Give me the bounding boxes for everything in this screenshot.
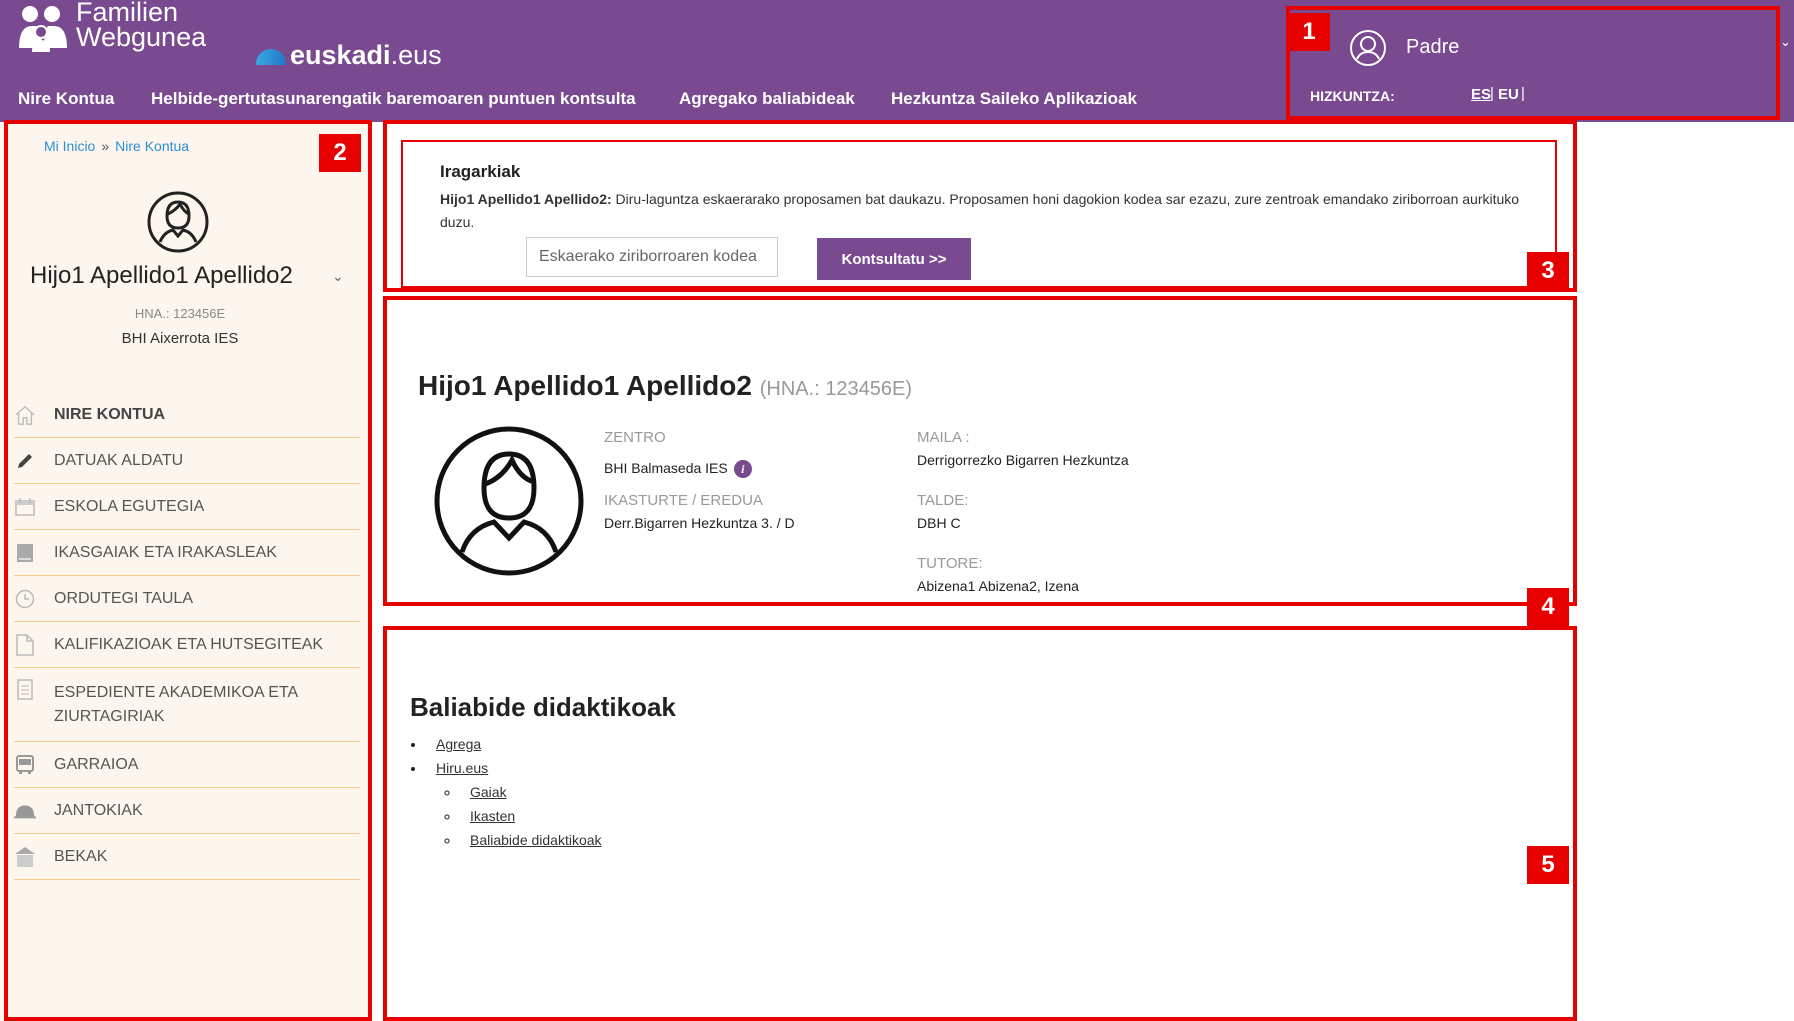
breadcrumb-separator: » bbox=[101, 138, 110, 154]
student-name-selector[interactable]: Hijo1 Apellido1 Apellido2 bbox=[30, 262, 293, 290]
list-item: Hiru.eus Gaiak Ikasten Baliabide didakti… bbox=[426, 756, 602, 852]
tutor-label: TUTORE: bbox=[917, 555, 983, 572]
list-item: Ikasten bbox=[460, 804, 602, 828]
list-item: Baliabide didaktikoak bbox=[460, 828, 602, 852]
proposal-code-input[interactable] bbox=[526, 237, 778, 277]
clipboard-icon bbox=[14, 678, 36, 700]
book-icon bbox=[14, 542, 36, 564]
logo-line-2: Webgunea bbox=[76, 22, 207, 52]
sidebar-item-ordutegi-taula[interactable]: ORDUTEGI TAULA bbox=[14, 576, 360, 622]
annotation-number-5: 5 bbox=[1527, 846, 1569, 884]
breadcrumb-home-link[interactable]: Mi Inicio bbox=[44, 138, 95, 154]
centre-label: ZENTRO bbox=[604, 429, 666, 446]
notices-title: Iragarkiak bbox=[440, 162, 521, 181]
top-header: Familien Webgunea euskadi.eus Nire Kontu… bbox=[0, 0, 1794, 122]
sidebar-item-label: GARRAIOA bbox=[54, 755, 139, 773]
annotation-number-1: 1 bbox=[1288, 13, 1330, 51]
group-value: DBH C bbox=[917, 515, 961, 531]
family-logo-icon bbox=[19, 6, 67, 52]
breadcrumb: Mi Inicio » Nire Kontua bbox=[44, 138, 189, 154]
student-title-hna: (HNA.: 123456E) bbox=[759, 378, 913, 400]
sidebar-item-label: KALIFIKAZIOAK ETA HUTSEGITEAK bbox=[54, 635, 324, 653]
sidebar-item-kalifikazioak[interactable]: KALIFIKAZIOAK ETA HUTSEGITEAK bbox=[14, 622, 360, 668]
sidebar-item-eskola-egutegia[interactable]: ESKOLA EGUTEGIA bbox=[14, 484, 360, 530]
sidebar-item-label: ESPEDIENTE AKADEMIKOA ETA ZIURTAGIRIAK bbox=[54, 683, 298, 725]
resources-list: Agrega Hiru.eus Gaiak Ikasten Baliabide … bbox=[410, 732, 602, 852]
student-hna: HNA.: 123456E bbox=[134, 306, 226, 321]
annotation-number-2: 2 bbox=[319, 134, 361, 172]
language-label: HIZKUNTZA: bbox=[1310, 88, 1395, 104]
user-name: Padre bbox=[1406, 36, 1460, 58]
annotation-number-4: 4 bbox=[1527, 588, 1569, 626]
language-separator-end: | bbox=[1521, 85, 1525, 102]
consult-button[interactable]: Kontsultatu >> bbox=[817, 238, 971, 280]
resource-link-baliabide[interactable]: Baliabide didaktikoak bbox=[470, 832, 602, 848]
sidebar-item-label: NIRE KONTUA bbox=[54, 405, 166, 423]
level-value: Derrigorrezko Bigarren Hezkuntza bbox=[917, 452, 1129, 468]
resources-sublist: Gaiak Ikasten Baliabide didaktikoak bbox=[436, 780, 602, 852]
year-value: Derr.Bigarren Hezkuntza 3. / D bbox=[604, 515, 795, 531]
sidebar-item-label: ORDUTEGI TAULA bbox=[54, 589, 193, 607]
cloche-icon bbox=[14, 800, 36, 822]
language-es-link[interactable]: ES bbox=[1471, 86, 1491, 103]
centre-value-text: BHI Balmaseda IES bbox=[604, 460, 728, 476]
level-label: MAILA : bbox=[917, 429, 970, 446]
user-avatar-icon bbox=[1350, 30, 1386, 66]
sidebar-item-label: JANTOKIAK bbox=[54, 801, 143, 819]
resource-link-hiru[interactable]: Hiru.eus bbox=[436, 760, 488, 776]
breadcrumb-current[interactable]: Nire Kontua bbox=[115, 138, 189, 154]
resource-link-agrega[interactable]: Agrega bbox=[436, 736, 481, 752]
resources-title: Baliabide didaktikoak bbox=[410, 692, 676, 722]
language-separator: | bbox=[1490, 85, 1494, 102]
sidebar-item-label: ESKOLA EGUTEGIA bbox=[54, 497, 205, 515]
notice-student-name: Hijo1 Apellido1 Apellido2: bbox=[440, 191, 612, 207]
euskadi-logo[interactable]: euskadi.eus bbox=[256, 40, 442, 70]
resource-link-gaiak[interactable]: Gaiak bbox=[470, 784, 507, 800]
clock-icon bbox=[14, 588, 36, 610]
student-photo-icon bbox=[434, 426, 584, 576]
nav-link-baremoa[interactable]: Helbide-gertutasunarengatik baremoaren p… bbox=[151, 86, 636, 112]
chevron-down-icon[interactable]: ⌄ bbox=[1780, 34, 1791, 50]
centre-value: BHI Balmaseda IES i bbox=[604, 460, 752, 479]
sidebar-item-ikasgaiak[interactable]: IKASGAIAK ETA IRAKASLEAK bbox=[14, 530, 360, 576]
info-icon[interactable]: i bbox=[733, 460, 752, 479]
sidebar-item-espediente[interactable]: ESPEDIENTE AKADEMIKOA ETA ZIURTAGIRIAK bbox=[14, 668, 360, 742]
tutor-value: Abizena1 Abizena2, Izena bbox=[917, 578, 1079, 594]
notice-message: Hijo1 Apellido1 Apellido2: Diru-laguntza… bbox=[440, 188, 1520, 234]
resource-link-ikasten[interactable]: Ikasten bbox=[470, 808, 515, 824]
home-icon bbox=[14, 404, 36, 426]
language-eu-link[interactable]: EU bbox=[1498, 86, 1519, 103]
nav-link-aplikazioak[interactable]: Hezkuntza Saileko Aplikazioak bbox=[891, 86, 1137, 112]
sidebar-item-nire-kontua[interactable]: NIRE KONTUA bbox=[14, 392, 360, 438]
student-title-name: Hijo1 Apellido1 Apellido2 bbox=[418, 370, 752, 401]
sidebar-item-jantokiak[interactable]: JANTOKIAK bbox=[14, 788, 360, 834]
pencil-icon bbox=[14, 450, 36, 472]
sidebar-item-bekak[interactable]: BEKAK bbox=[14, 834, 360, 880]
sidebar-item-datuak-aldatu[interactable]: DATUAK ALDATU bbox=[14, 438, 360, 484]
euskadi-swoosh-icon bbox=[256, 48, 286, 65]
site-logo-text[interactable]: Familien Webgunea bbox=[76, 0, 207, 52]
nav-link-nire-kontua[interactable]: Nire Kontua bbox=[18, 86, 114, 112]
group-label: TALDE: bbox=[917, 492, 969, 509]
bus-icon bbox=[14, 754, 36, 776]
sidebar-item-label: IKASGAIAK ETA IRAKASLEAK bbox=[54, 543, 277, 561]
list-item: Gaiak bbox=[460, 780, 602, 804]
student-title: Hijo1 Apellido1 Apellido2 (HNA.: 123456E… bbox=[418, 370, 912, 402]
annotation-number-3: 3 bbox=[1527, 252, 1569, 290]
euskadi-logo-suffix: .eus bbox=[390, 40, 442, 70]
year-label: IKASTURTE / EREDUA bbox=[604, 492, 763, 509]
nav-link-agrega[interactable]: Agregako baliabideak bbox=[679, 86, 855, 112]
student-school: BHI Aixerrota IES bbox=[121, 330, 239, 347]
sidebar-menu: NIRE KONTUA DATUAK ALDATU ESKOLA EGUTEGI… bbox=[14, 392, 360, 880]
sidebar-item-label: DATUAK ALDATU bbox=[54, 451, 184, 469]
sidebar-item-label: BEKAK bbox=[54, 847, 108, 865]
calendar-icon bbox=[14, 496, 36, 518]
chevron-down-icon[interactable]: ⌄ bbox=[332, 268, 344, 285]
list-item: Agrega bbox=[426, 732, 602, 756]
building-icon bbox=[14, 846, 36, 868]
sidebar-item-garraioa[interactable]: GARRAIOA bbox=[14, 742, 360, 788]
document-icon bbox=[14, 633, 36, 656]
student-avatar-icon bbox=[147, 191, 209, 253]
euskadi-logo-bold: euskadi bbox=[290, 40, 391, 70]
